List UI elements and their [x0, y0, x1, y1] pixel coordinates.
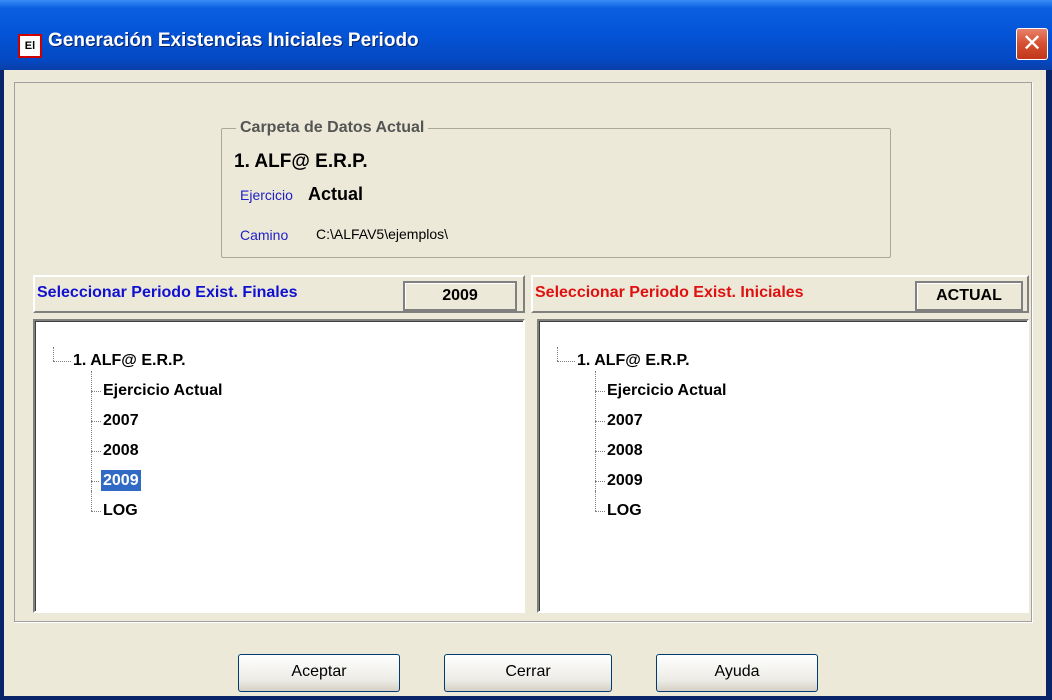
ayuda-button[interactable]: Ayuda: [656, 654, 818, 692]
app-icon: El: [18, 34, 42, 58]
window-title: Generación Existencias Iniciales Periodo: [48, 30, 419, 51]
title-bar[interactable]: El Generación Existencias Iniciales Peri…: [0, 0, 1052, 70]
content-frame: Carpeta de Datos Actual 1. ALF@ E.R.P. E…: [14, 82, 1032, 622]
left-tree-item-selected[interactable]: 2009: [100, 469, 142, 492]
right-panel-label: Seleccionar Periodo Exist. Iniciales: [535, 284, 804, 301]
left-tree-item[interactable]: 2007: [101, 410, 141, 431]
ejercicio-label: Ejercicio: [240, 187, 293, 203]
left-panel-header: Seleccionar Periodo Exist. Finales 2009: [33, 275, 525, 313]
left-period-tree[interactable]: 1. ALF@ E.R.P. Ejercicio Actual 2007 200…: [33, 319, 525, 613]
right-tree-root[interactable]: 1. ALF@ E.R.P.: [575, 350, 692, 371]
camino-value: C:\ALFAV5\ejemplos\: [316, 226, 449, 242]
close-button[interactable]: ✕: [1016, 28, 1048, 60]
left-tree-item[interactable]: 2008: [101, 440, 141, 461]
right-panel-header: Seleccionar Periodo Exist. Iniciales ACT…: [531, 275, 1029, 313]
right-tree-item[interactable]: 2007: [605, 410, 645, 431]
left-selected-period-box: 2009: [403, 281, 517, 311]
right-tree-item[interactable]: LOG: [605, 500, 644, 521]
aceptar-button[interactable]: Aceptar: [238, 654, 400, 692]
left-tree-root[interactable]: 1. ALF@ E.R.P.: [71, 350, 188, 371]
current-folder-group: Carpeta de Datos Actual 1. ALF@ E.R.P. E…: [221, 119, 891, 258]
right-period-tree[interactable]: 1. ALF@ E.R.P. Ejercicio Actual 2007 200…: [537, 319, 1029, 613]
left-panel-label: Seleccionar Periodo Exist. Finales: [37, 284, 298, 301]
left-tree-item[interactable]: LOG: [101, 500, 140, 521]
camino-label: Camino: [240, 227, 289, 243]
cerrar-button[interactable]: Cerrar: [444, 654, 612, 692]
right-tree-item[interactable]: 2009: [605, 470, 645, 491]
current-folder-legend: Carpeta de Datos Actual: [236, 119, 429, 137]
dialog-window: El Generación Existencias Iniciales Peri…: [0, 0, 1052, 700]
dialog-client-area: Carpeta de Datos Actual 1. ALF@ E.R.P. E…: [4, 70, 1046, 696]
current-folder-name: 1. ALF@ E.R.P.: [234, 151, 368, 172]
right-tree-item[interactable]: Ejercicio Actual: [605, 380, 728, 401]
ejercicio-value: Actual: [308, 184, 364, 204]
right-selected-period-box: ACTUAL: [915, 281, 1023, 311]
left-tree-item[interactable]: Ejercicio Actual: [101, 380, 224, 401]
right-tree-item[interactable]: 2008: [605, 440, 645, 461]
